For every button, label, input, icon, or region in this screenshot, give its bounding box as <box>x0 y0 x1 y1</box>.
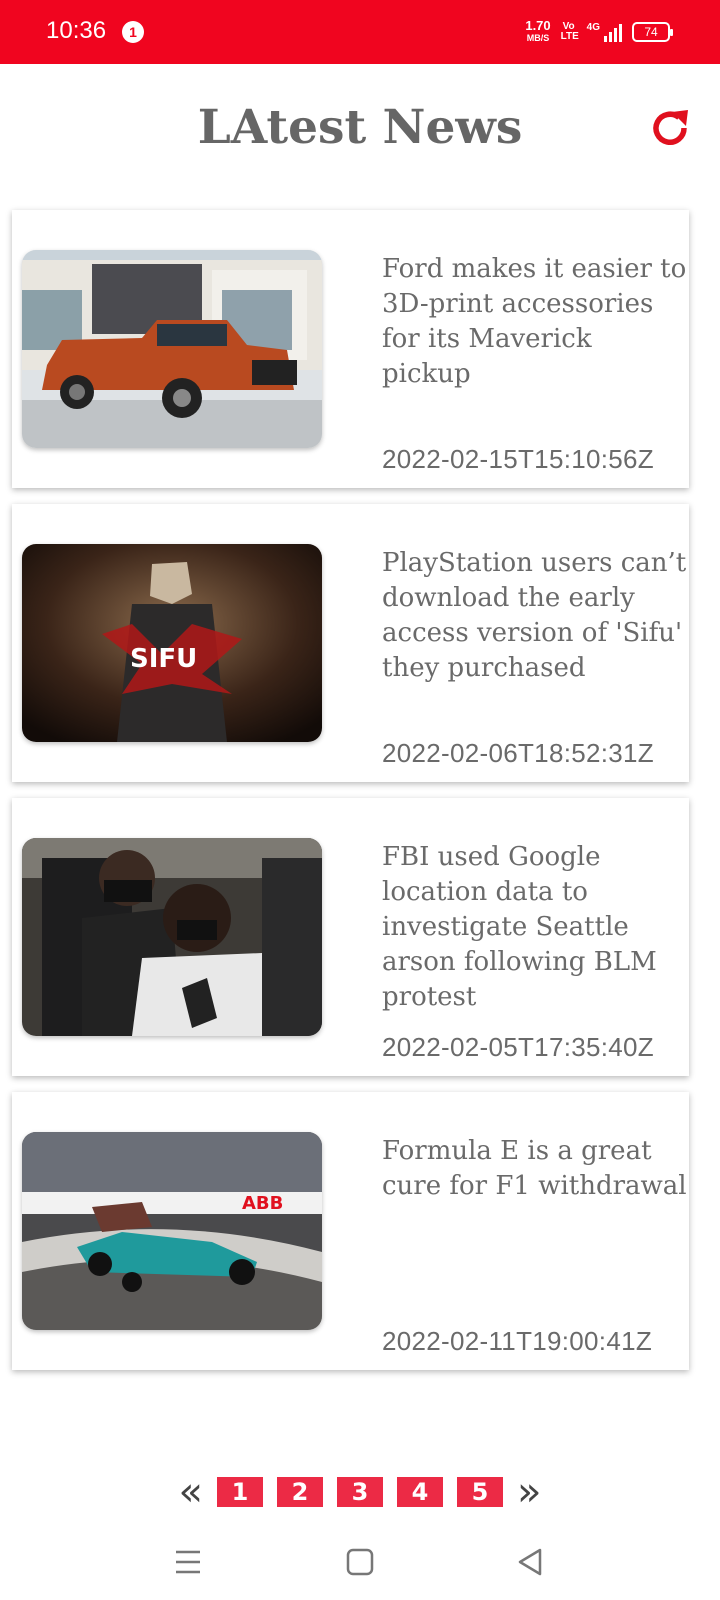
prev-page-button[interactable]: « <box>179 1472 203 1512</box>
status-bar: 10:36 1 1.70 MB/S Vo LTE 4G 74 <box>0 0 720 64</box>
app-header: LAtest News <box>0 64 720 200</box>
news-card[interactable]: SIFU PlayStation users can’t download th… <box>12 504 689 782</box>
status-time: 10:36 <box>46 17 107 44</box>
news-card[interactable]: ABB Formula E is a great cure for F1 wit… <box>12 1092 689 1370</box>
article-timestamp: 2022-02-15T15:10:56Z <box>382 444 654 474</box>
article-headline[interactable]: FBI used Google location data to investi… <box>382 840 687 1015</box>
article-headline[interactable]: Ford makes it easier to 3D-print accesso… <box>382 252 687 392</box>
page-4-button[interactable]: 4 <box>397 1477 443 1507</box>
menu-icon[interactable] <box>170 1544 206 1580</box>
home-icon[interactable] <box>342 1544 378 1580</box>
status-icons: 1.70 MB/S Vo LTE 4G 74 <box>525 18 673 46</box>
back-icon[interactable] <box>512 1544 548 1580</box>
article-image <box>22 250 322 448</box>
refresh-icon[interactable] <box>648 106 692 150</box>
image-caption: ABB <box>242 1193 283 1214</box>
image-caption: SIFU <box>130 644 197 674</box>
article-image: ABB <box>22 1132 322 1330</box>
battery-icon: 74 <box>632 22 673 42</box>
article-image <box>22 838 322 1036</box>
page-5-button[interactable]: 5 <box>457 1477 503 1507</box>
signal-icon: 4G <box>587 22 622 42</box>
speed-unit: MB/S <box>526 33 550 43</box>
page-1-button[interactable]: 1 <box>217 1477 263 1507</box>
page-title: LAtest News <box>197 100 523 155</box>
news-card[interactable]: Ford makes it easier to 3D-print accesso… <box>12 210 689 488</box>
article-headline[interactable]: Formula E is a great cure for F1 withdra… <box>382 1134 687 1204</box>
volte-icon: Vo LTE <box>560 21 579 42</box>
speed-value: 1.70 <box>525 18 551 33</box>
network-speed: 1.70 MB/S <box>525 18 551 44</box>
next-page-button[interactable]: » <box>517 1472 541 1512</box>
pagination: « 1 2 3 4 5 » <box>0 1464 720 1520</box>
article-headline[interactable]: PlayStation users can’t download the ear… <box>382 546 687 686</box>
page-3-button[interactable]: 3 <box>337 1477 383 1507</box>
article-timestamp: 2022-02-06T18:52:31Z <box>382 738 654 768</box>
page-2-button[interactable]: 2 <box>277 1477 323 1507</box>
system-nav-bar <box>0 1524 720 1600</box>
notification-badge: 1 <box>122 21 144 43</box>
article-image: SIFU <box>22 544 322 742</box>
article-timestamp: 2022-02-05T17:35:40Z <box>382 1032 654 1062</box>
news-feed[interactable]: Ford makes it easier to 3D-print accesso… <box>0 200 720 1405</box>
news-card[interactable]: FBI used Google location data to investi… <box>12 798 689 1076</box>
network-type: 4G <box>586 22 600 33</box>
article-timestamp: 2022-02-11T19:00:41Z <box>382 1326 653 1356</box>
